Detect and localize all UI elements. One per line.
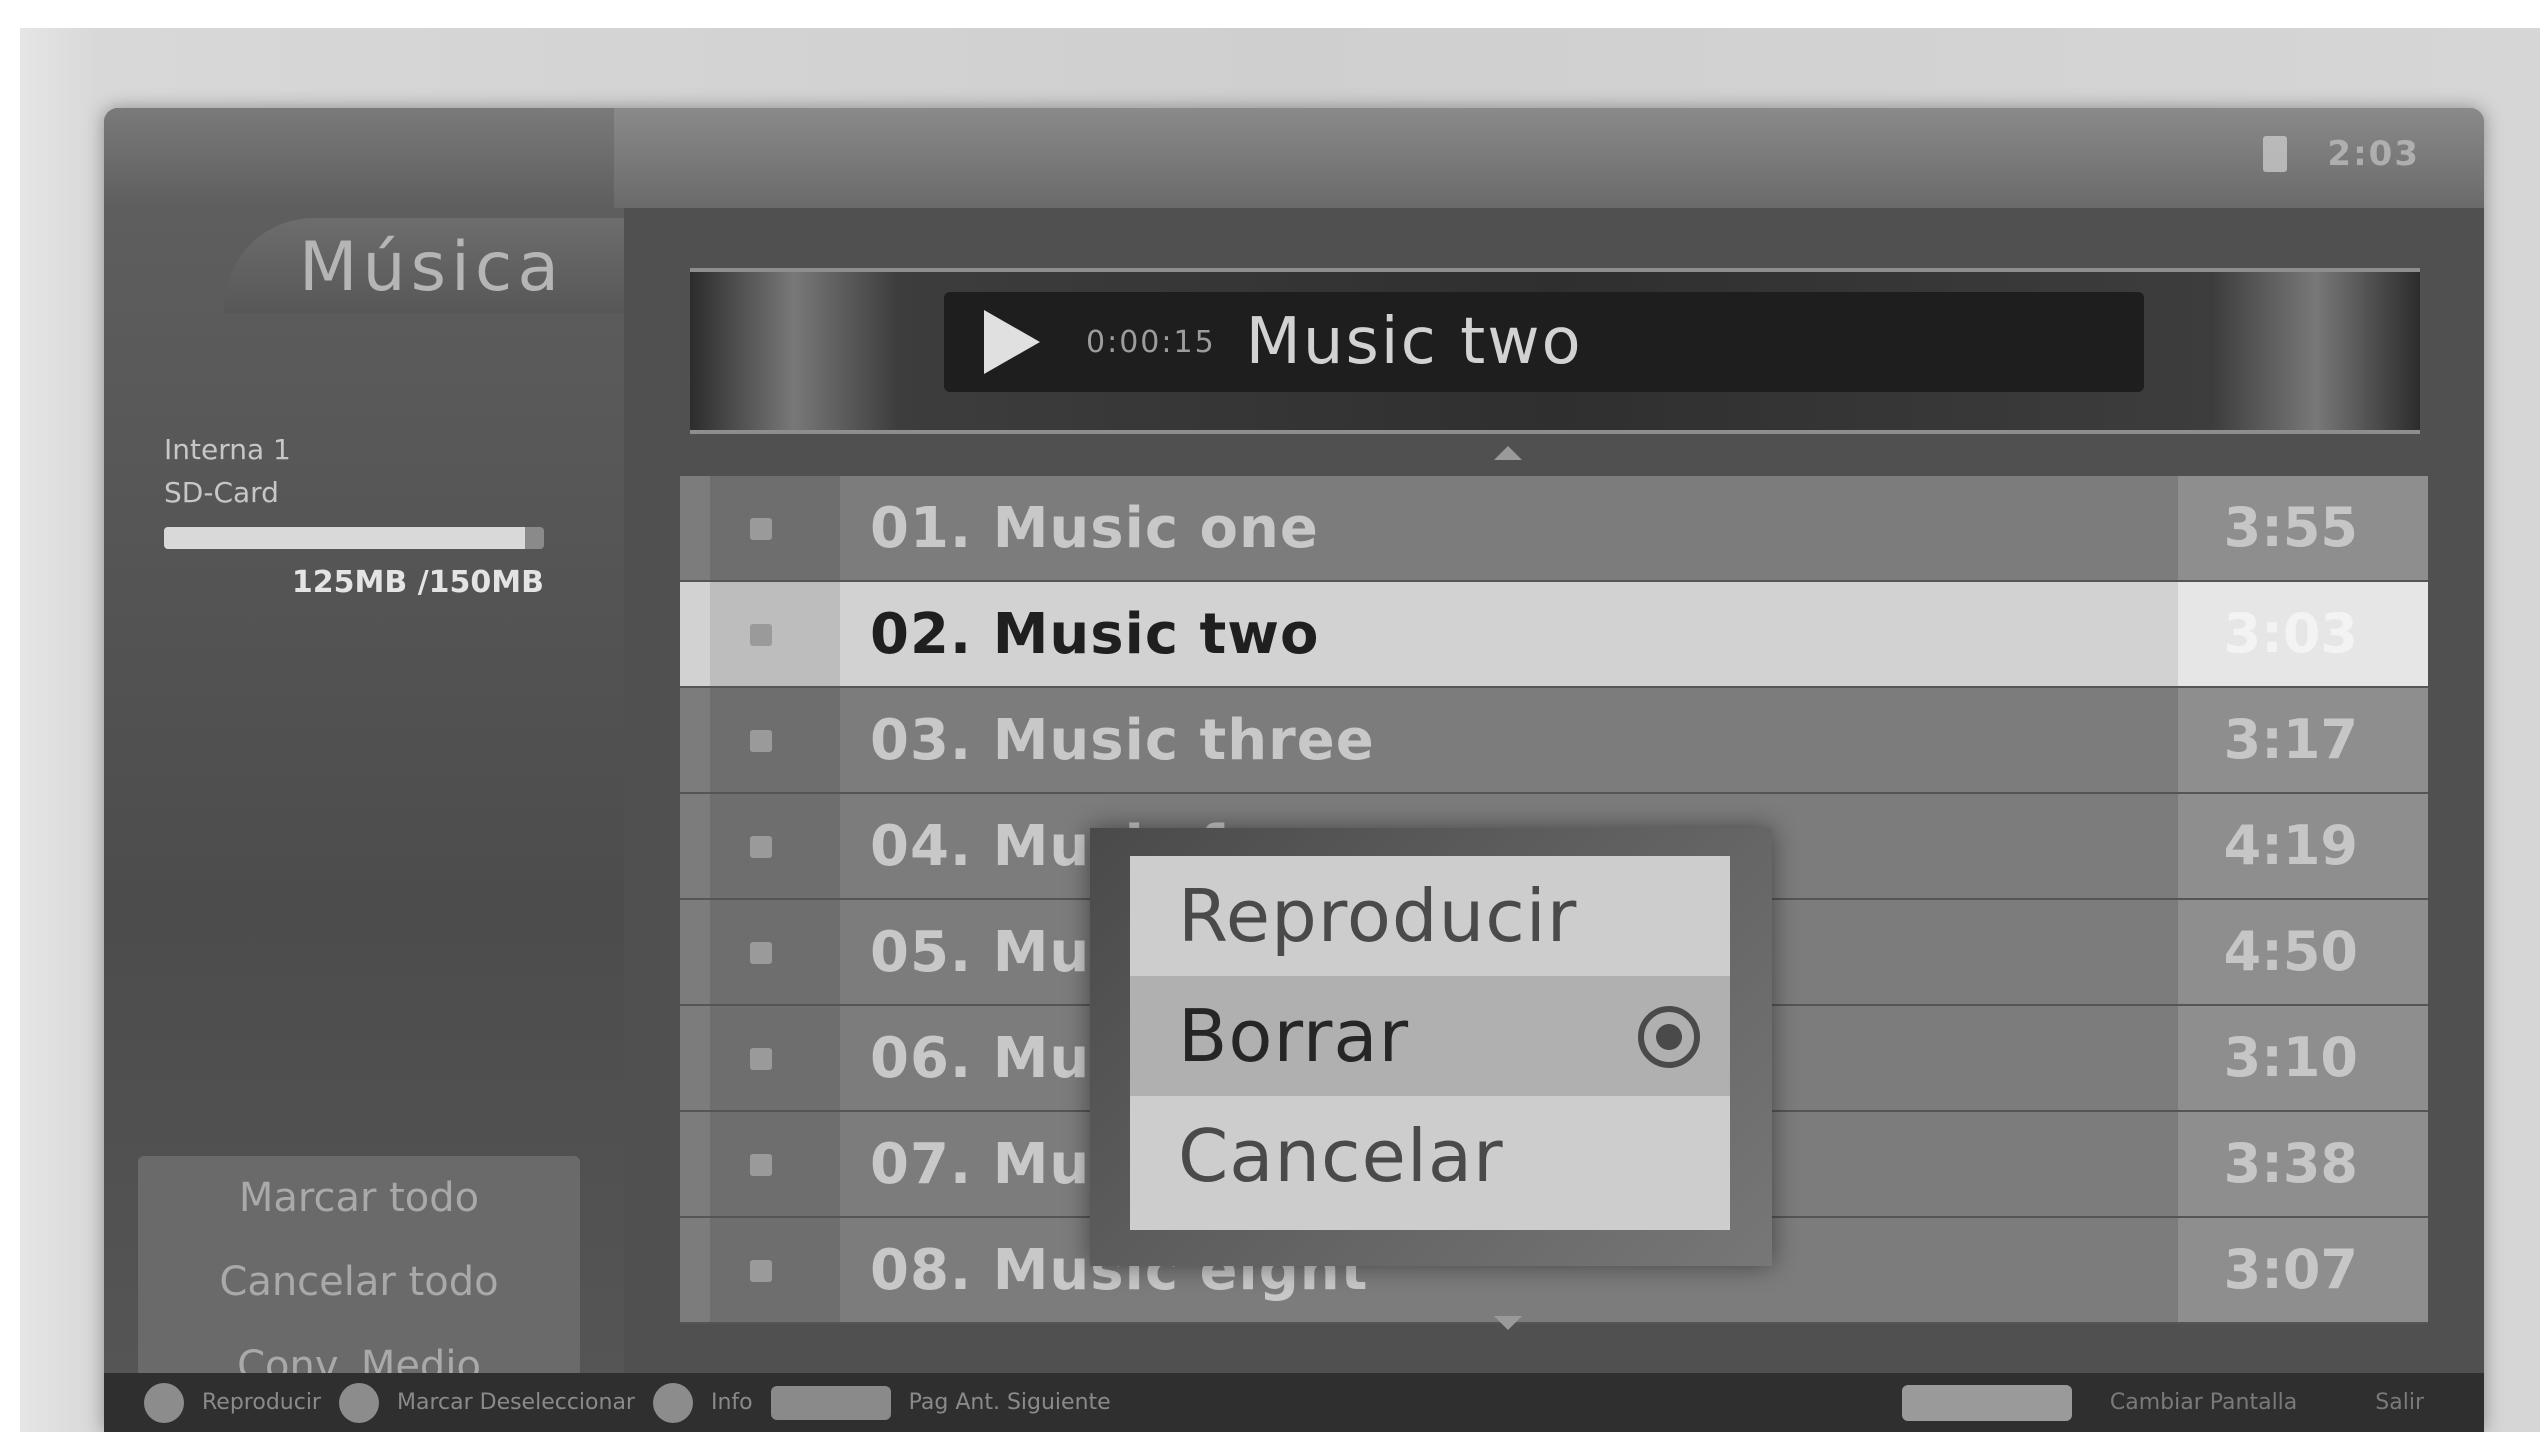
- tv-screen: 2:03 Interna 1 SD-Card 125MB /150MB Marc…: [104, 108, 2484, 1432]
- switch-screen-key-icon: [1901, 1384, 2072, 1421]
- track-duration-cell: 4:19: [2178, 794, 2428, 898]
- info-button-icon: [652, 1382, 693, 1423]
- track-duration-cell: 3:55: [2178, 476, 2428, 580]
- track-duration: 4:19: [2223, 814, 2358, 877]
- track-check[interactable]: [710, 476, 840, 580]
- scroll-down-icon[interactable]: [1494, 1316, 1522, 1330]
- footer-label-mark: Marcar Deseleccionar: [396, 1390, 635, 1415]
- mark-button-icon: [338, 1382, 379, 1423]
- tab-music[interactable]: Música: [224, 218, 624, 313]
- track-duration: 3:17: [2223, 708, 2358, 771]
- menu-item-delete[interactable]: Borrar: [1130, 976, 1730, 1096]
- context-menu-popup: Reproducir Borrar Cancelar: [1090, 828, 1772, 1266]
- menu-item-cancel[interactable]: Cancelar: [1130, 1096, 1730, 1216]
- ok-button-icon: [144, 1382, 184, 1423]
- track-duration: 3:55: [2223, 496, 2358, 559]
- page-key-icon: [770, 1385, 891, 1420]
- status-indicator-icon: [2263, 136, 2288, 172]
- footer-label-info: Info: [710, 1390, 753, 1415]
- now-playing-strip: 0:00:15 Music two: [690, 268, 2420, 434]
- track-duration: 3:10: [2223, 1026, 2358, 1089]
- storage-bar: [164, 527, 544, 549]
- header-left: [104, 108, 617, 208]
- menu-item-play[interactable]: Reproducir: [1130, 856, 1730, 976]
- track-check[interactable]: [710, 582, 840, 686]
- track-title: 02. Music two: [870, 602, 1320, 667]
- now-playing-time: 0:00:15: [1086, 324, 1216, 360]
- track-duration-cell: 3:17: [2178, 688, 2428, 792]
- storage-bar-fill: [164, 527, 525, 549]
- status-text: 2:03: [2327, 134, 2420, 174]
- now-playing: 0:00:15 Music two: [944, 292, 2144, 392]
- track-check[interactable]: [710, 1112, 840, 1216]
- track-row-selected[interactable]: 02. Music two 3:03: [680, 582, 2428, 688]
- device-type: SD-Card: [164, 476, 279, 509]
- track-title: 03. Music three: [870, 708, 1375, 773]
- track-duration-cell: 3:38: [2178, 1112, 2428, 1216]
- scroll-up-icon[interactable]: [1494, 446, 1522, 460]
- footer-label-play: Reproducir: [202, 1390, 321, 1415]
- status-area: 2:03: [2263, 134, 2420, 174]
- track-check[interactable]: [710, 900, 840, 1004]
- checkbox-icon: [750, 836, 772, 858]
- menu-cancel-all[interactable]: Cancelar todo: [138, 1240, 580, 1324]
- context-menu: Reproducir Borrar Cancelar: [1130, 856, 1730, 1230]
- track-check[interactable]: [710, 1006, 840, 1110]
- sidebar: Interna 1 SD-Card 125MB /150MB Marcar to…: [104, 208, 624, 1411]
- track-check[interactable]: [710, 688, 840, 792]
- footer-label-page: Pag Ant. Siguiente: [908, 1390, 1111, 1415]
- track-duration-cell: 4:50: [2178, 900, 2428, 1004]
- track-row[interactable]: 01. Music one 3:55: [680, 476, 2428, 582]
- device-label: Interna 1: [164, 433, 291, 466]
- track-duration: 3:03: [2223, 602, 2358, 665]
- radio-selected-icon: [1638, 1006, 1700, 1068]
- now-playing-title: Music two: [1245, 305, 1583, 379]
- checkbox-icon: [750, 942, 772, 964]
- checkbox-icon: [750, 1154, 772, 1176]
- menu-mark-all[interactable]: Marcar todo: [138, 1156, 580, 1240]
- footer-label-switch: Cambiar Pantalla: [2109, 1390, 2298, 1415]
- checkbox-icon: [750, 1260, 772, 1282]
- track-check[interactable]: [710, 1218, 840, 1322]
- checkbox-icon: [750, 730, 772, 752]
- tab-music-label: Música: [298, 228, 564, 307]
- storage-info: Interna 1 SD-Card 125MB /150MB: [164, 433, 564, 600]
- checkbox-icon: [750, 624, 772, 646]
- footer-label-exit: Salir: [2375, 1390, 2424, 1415]
- track-duration: 3:38: [2223, 1132, 2358, 1195]
- header-bar: 2:03: [614, 108, 2484, 208]
- track-duration-cell: 3:07: [2178, 1218, 2428, 1322]
- checkbox-icon: [750, 518, 772, 540]
- menu-item-delete-label: Borrar: [1178, 994, 1410, 1078]
- track-duration-cell: 3:03: [2178, 582, 2428, 686]
- track-duration-cell: 3:10: [2178, 1006, 2428, 1110]
- track-check[interactable]: [710, 794, 840, 898]
- track-title: 01. Music one: [870, 496, 1319, 561]
- track-row[interactable]: 03. Music three 3:17: [680, 688, 2428, 794]
- checkbox-icon: [750, 1048, 772, 1070]
- track-duration: 3:07: [2223, 1238, 2358, 1301]
- track-duration: 4:50: [2223, 920, 2358, 983]
- footer-bar: Reproducir Marcar Deseleccionar Info Pag…: [104, 1373, 2484, 1432]
- storage-size: 125MB /150MB: [291, 565, 544, 600]
- play-icon: [984, 310, 1040, 374]
